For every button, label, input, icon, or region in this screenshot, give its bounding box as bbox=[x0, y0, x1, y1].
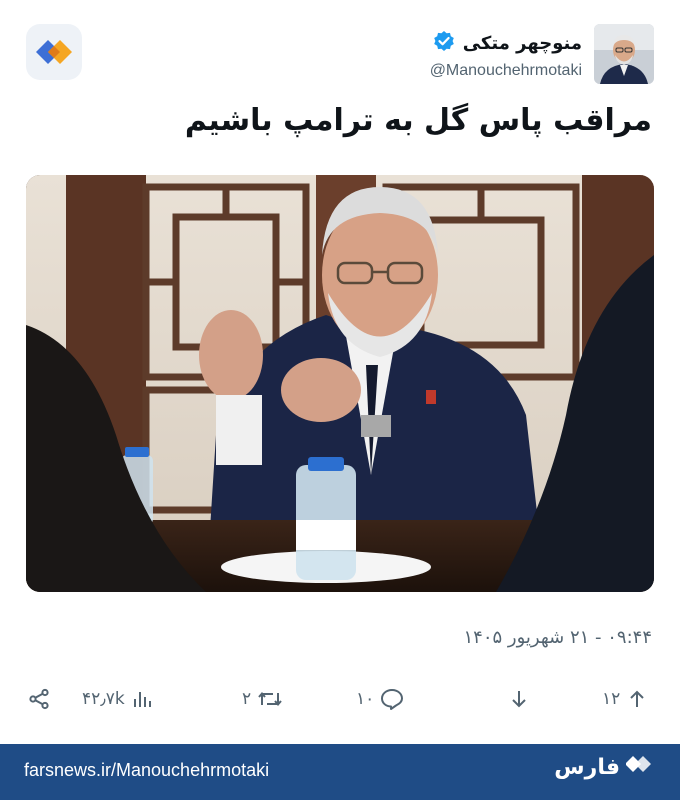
upvote-button[interactable]: ۱۲ bbox=[602, 688, 648, 710]
retweet-button[interactable]: ۲ bbox=[242, 688, 283, 710]
retweet-icon bbox=[257, 688, 283, 710]
verified-badge-icon bbox=[433, 30, 455, 56]
views-icon bbox=[131, 688, 153, 710]
tweet-photo[interactable] bbox=[26, 175, 654, 592]
upvote-count: ۱۲ bbox=[602, 689, 621, 709]
fars-brand[interactable]: فارس bbox=[554, 754, 652, 780]
download-button[interactable] bbox=[508, 688, 530, 710]
footer-bar: farsnews.ir/Manouchehrmotaki فارس bbox=[0, 744, 680, 800]
footer-url[interactable]: farsnews.ir/Manouchehrmotaki bbox=[24, 760, 269, 781]
author-handle[interactable]: @Manouchehrmotaki bbox=[430, 62, 582, 80]
share-icon bbox=[28, 688, 50, 710]
author-name-row[interactable]: منوچهر متکی bbox=[433, 30, 582, 56]
reply-count: ۱۰ bbox=[356, 689, 375, 709]
tweet-card: منوچهر متکی @Manouchehrmotaki مراقب پاس … bbox=[0, 0, 680, 800]
tweet-timestamp: ۰۹:۴۴ - ۲۱ شهریور ۱۴۰۵ bbox=[463, 627, 652, 648]
tweet-text: مراقب پاس گل به ترامپ باشیم bbox=[184, 103, 652, 138]
tweet-actions: ۴۲٫۷k ۲ ۱۰ ۱۲ bbox=[28, 688, 652, 718]
retweet-count: ۲ bbox=[242, 689, 252, 709]
fars-brand-label: فارس bbox=[554, 754, 620, 780]
views-count: ۴۲٫۷k bbox=[82, 689, 125, 709]
fars-logo-icon bbox=[625, 754, 652, 780]
reply-button[interactable]: ۱۰ bbox=[356, 688, 404, 710]
upvote-icon bbox=[626, 688, 648, 710]
download-icon bbox=[508, 688, 530, 710]
views-button[interactable]: ۴۲٫۷k bbox=[82, 688, 153, 710]
reply-icon bbox=[380, 688, 404, 710]
share-button[interactable] bbox=[28, 688, 50, 710]
author-display-name[interactable]: منوچهر متکی bbox=[463, 33, 582, 54]
app-logo-icon[interactable] bbox=[26, 24, 82, 80]
avatar[interactable] bbox=[594, 24, 654, 84]
